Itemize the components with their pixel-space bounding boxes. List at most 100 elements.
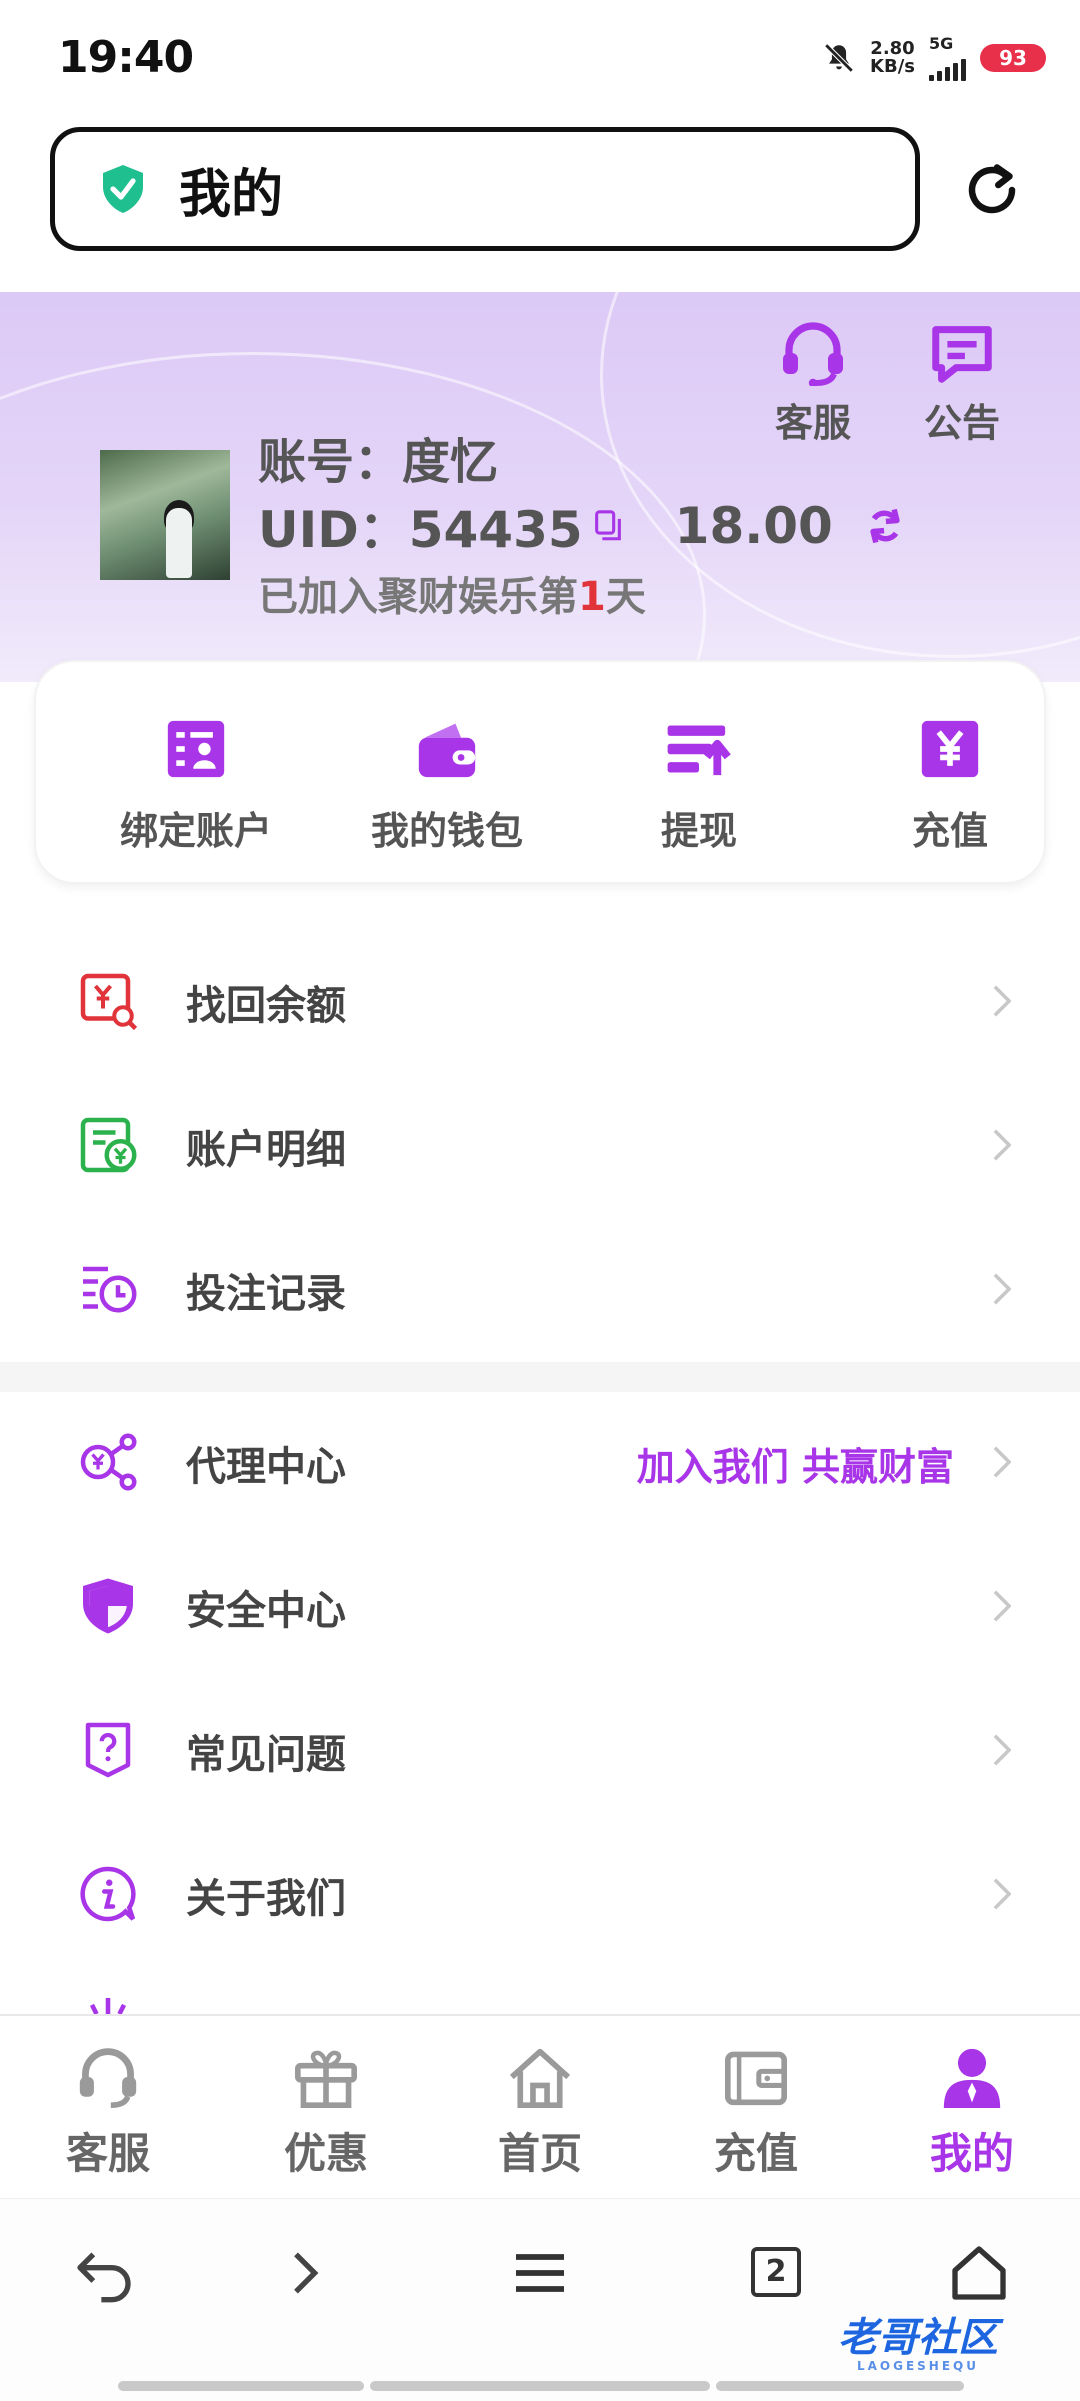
quick-recharge[interactable]: 充值 — [850, 718, 1050, 855]
tab-recharge-label: 充值 — [713, 2129, 798, 2178]
system-nav-bar: 2 老哥社区 LAOGESHEQU — [0, 2198, 1080, 2401]
menu-about-us[interactable]: 关于我们 — [0, 1822, 1080, 1966]
address-bar[interactable]: 我的 — [50, 127, 920, 251]
headset-icon — [79, 2048, 137, 2108]
tab-mine[interactable]: 我的 — [892, 2046, 1052, 2181]
status-time: 19:40 — [58, 32, 194, 83]
secure-shield-icon — [103, 165, 143, 213]
forward-icon[interactable] — [272, 2241, 336, 2305]
chevron-right-icon — [993, 1129, 1011, 1161]
tab-offers-label: 优惠 — [283, 2129, 368, 2178]
header-service-button[interactable]: 客服 — [763, 320, 863, 447]
watermark-subtext: LAOGESHEQU — [856, 2359, 979, 2373]
signal-bars-icon — [929, 53, 966, 81]
account-name: 账号：度忆 — [258, 434, 499, 490]
tab-service[interactable]: 客服 — [28, 2046, 188, 2181]
tabs-button[interactable]: 2 — [745, 2241, 809, 2305]
uid-text: UID：54435 — [258, 501, 583, 559]
partial-menu-icon — [89, 1998, 127, 2014]
speed-value: 2.80 — [870, 37, 915, 59]
headset-icon — [783, 322, 843, 388]
menu-agent-center[interactable]: 代理中心 加入我们 共赢财富 — [0, 1390, 1080, 1534]
wallet-icon — [418, 723, 476, 778]
gesture-bar — [716, 2381, 964, 2391]
withdraw-icon — [667, 725, 731, 776]
tab-home-label: 首页 — [497, 2129, 582, 2178]
watermark-logo: 老哥社区 LAOGESHEQU — [838, 2305, 998, 2373]
page-title: 我的 — [179, 164, 284, 225]
quick-bind-account[interactable]: 绑定账户 — [96, 718, 296, 855]
quick-wallet-label: 我的钱包 — [370, 809, 523, 853]
joined-days-count: 1 — [578, 574, 606, 620]
section-divider — [0, 1362, 1080, 1392]
avatar-figure — [166, 508, 192, 578]
quick-recharge-label: 充值 — [911, 809, 988, 853]
back-icon[interactable] — [72, 2241, 136, 2305]
menu-faq-label: 常见问题 — [186, 1732, 346, 1778]
recover-balance-icon — [80, 973, 138, 1031]
menu-bet-records[interactable]: 投注记录 — [0, 1217, 1080, 1361]
speed-unit: KB/s — [870, 55, 915, 77]
menu-icon[interactable] — [508, 2241, 572, 2305]
recharge-icon — [921, 720, 979, 778]
status-icons: 2.80 KB/s 5G 93 — [822, 34, 1046, 81]
account-details-icon — [80, 1117, 137, 1173]
menu-account-details[interactable]: 账户明细 — [0, 1073, 1080, 1217]
watermark-text: 老哥社区 — [838, 2315, 998, 2361]
home-nav-icon[interactable] — [947, 2241, 1011, 2305]
joined-suffix: 天 — [605, 574, 646, 620]
menu-security-center[interactable]: 安全中心 — [0, 1534, 1080, 1678]
agent-promo-text: 加入我们 共赢财富 — [636, 1445, 954, 1489]
avatar[interactable] — [100, 450, 230, 580]
menu-recover-balance-label: 找回余额 — [186, 983, 346, 1029]
tab-recharge[interactable]: 充值 — [676, 2046, 836, 2181]
bet-records-icon — [83, 1266, 137, 1313]
tab-count: 2 — [751, 2247, 801, 2297]
gift-icon — [295, 2050, 357, 2108]
about-us-icon — [80, 1866, 136, 1922]
bind-account-icon — [167, 720, 225, 778]
header-notice-button[interactable]: 公告 — [912, 320, 1012, 447]
tab-home[interactable]: 首页 — [460, 2046, 620, 2181]
notice-icon — [932, 326, 992, 383]
menu-security-center-label: 安全中心 — [186, 1588, 346, 1634]
battery-indicator: 93 — [980, 43, 1046, 72]
home-icon — [509, 2048, 571, 2108]
tab-service-label: 客服 — [65, 2129, 150, 2178]
header-service-label: 客服 — [774, 401, 851, 445]
quick-withdraw-label: 提现 — [660, 809, 737, 853]
menu-account-details-label: 账户明细 — [186, 1127, 346, 1173]
copy-icon[interactable] — [593, 509, 623, 543]
quick-actions-card: 绑定账户 我的钱包 提现 充值 — [34, 660, 1046, 884]
menu-faq[interactable]: 常见问题 — [0, 1678, 1080, 1822]
network-speed: 2.80 KB/s — [870, 37, 915, 77]
status-bar: 19:40 2.80 KB/s 5G 93 — [0, 0, 1080, 120]
menu-recover-balance[interactable]: 找回余额 — [0, 929, 1080, 1073]
refresh-icon[interactable] — [962, 160, 1022, 220]
balance-value: 18.00 — [674, 497, 833, 555]
header-notice-label: 公告 — [923, 401, 1000, 445]
chevron-right-icon — [993, 1878, 1011, 1910]
tab-mine-label: 我的 — [929, 2129, 1014, 2178]
chevron-right-icon — [993, 1590, 1011, 1622]
uid-row: UID：54435 18.00 — [258, 490, 907, 562]
faq-icon — [85, 1722, 131, 1778]
chevron-right-icon — [993, 985, 1011, 1017]
security-center-icon — [83, 1578, 133, 1634]
gesture-bar — [370, 2381, 710, 2391]
quick-wallet[interactable]: 我的钱包 — [347, 718, 547, 855]
bottom-tab-bar: 客服 优惠 首页 充值 我的 — [0, 2014, 1080, 2196]
tab-offers[interactable]: 优惠 — [246, 2046, 406, 2181]
refresh-balance-icon[interactable] — [863, 504, 907, 548]
joined-days-text: 已加入聚财娱乐第1天 — [258, 564, 646, 622]
joined-prefix: 已加入聚财娱乐第 — [258, 574, 578, 620]
agent-center-icon — [80, 1433, 137, 1491]
menu-about-us-label: 关于我们 — [186, 1876, 346, 1922]
chevron-right-icon — [993, 1273, 1011, 1305]
menu-bet-records-label: 投注记录 — [186, 1271, 346, 1317]
quick-withdraw[interactable]: 提现 — [599, 718, 799, 855]
gesture-bar — [118, 2381, 364, 2391]
chevron-right-icon — [993, 1446, 1011, 1478]
chevron-right-icon — [993, 1734, 1011, 1766]
network-type: 5G — [929, 34, 954, 53]
